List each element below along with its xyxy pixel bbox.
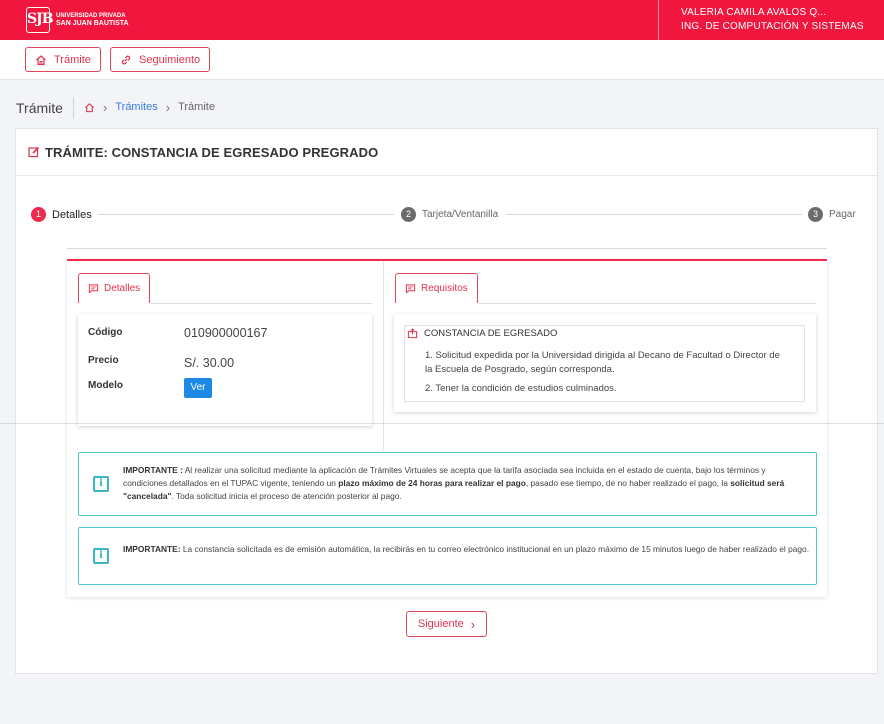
precio-label: Precio <box>88 355 119 366</box>
user-menu[interactable]: VALERIA CAMILA AVALOS Q... ING. DE COMPU… <box>658 0 884 40</box>
tab-detalles-label: Detalles <box>104 283 141 294</box>
requisito-item: 1. Solicitud expedida por la Universidad… <box>425 350 780 361</box>
step-tarjeta-ventanilla[interactable]: 2 Tarjeta/Ventanilla <box>401 207 498 222</box>
requisito-item: la Escuela de Posgrado, según correspond… <box>425 364 615 375</box>
logo-title: SAN JUAN BAUTISTA <box>56 19 129 27</box>
home-icon <box>36 54 46 65</box>
tab-requisitos-label: Requisitos <box>421 283 468 294</box>
siguiente-button[interactable]: Siguiente › <box>406 611 487 637</box>
chevron-right-icon: › <box>103 99 108 115</box>
notice-strong: IMPORTANTE: <box>123 544 181 554</box>
university-logo[interactable]: SJB UNIVERSIDAD PRIVADA SAN JUAN BAUTIST… <box>26 7 129 33</box>
seguimiento-nav-button[interactable]: Seguimiento <box>110 47 211 72</box>
tab-rule <box>479 303 816 304</box>
stepper-line <box>506 214 802 215</box>
step-label: Detalles <box>52 208 92 221</box>
chevron-right-icon: › <box>470 616 476 632</box>
breadcrumb-home-icon[interactable] <box>84 102 95 113</box>
notice-emission-text: IMPORTANTE: La constancia solicitada es … <box>123 543 811 556</box>
siguiente-label: Siguiente <box>417 618 464 630</box>
card-title: TRÁMITE: CONSTANCIA DE EGRESADO PREGRADO <box>45 144 379 160</box>
ver-modelo-button[interactable]: Ver <box>184 378 212 398</box>
notice-text: La constancia solicitada es de emisión a… <box>180 544 810 554</box>
top-header: SJB UNIVERSIDAD PRIVADA SAN JUAN BAUTIST… <box>0 0 884 40</box>
logo-subtitle: UNIVERSIDAD PRIVADA <box>56 12 126 19</box>
info-icon: i <box>93 548 109 564</box>
seguimiento-nav-label: Seguimiento <box>139 53 201 66</box>
logo-text: UNIVERSIDAD PRIVADA SAN JUAN BAUTISTA <box>56 13 129 28</box>
precio-value: S/. 30.00 <box>184 356 235 370</box>
requisitos-heading-text: CONSTANCIA DE EGRESADO <box>424 328 558 339</box>
link-icon <box>121 55 131 64</box>
codigo-value: 010900000167 <box>184 326 268 340</box>
requisito-item: 2. Tener la condición de estudios culmin… <box>425 383 617 394</box>
breadcrumb-current: Trámite <box>178 101 215 113</box>
step-pagar[interactable]: 3 Pagar <box>808 207 856 222</box>
user-name: VALERIA CAMILA AVALOS Q... <box>681 7 827 18</box>
step-label: Tarjeta/Ventanilla <box>422 209 499 220</box>
stepper-line <box>98 214 394 215</box>
requisitos-heading: CONSTANCIA DE EGRESADO <box>407 328 557 339</box>
message-icon <box>405 284 416 294</box>
notice-text: . Toda solicitud inicia el proceso de at… <box>171 491 402 501</box>
tab-detalles[interactable]: Detalles <box>78 273 151 303</box>
notice-text: , pasado ese tiempo, de no haber realiza… <box>525 478 731 488</box>
tab-requisitos[interactable]: Requisitos <box>395 273 478 303</box>
divider <box>0 423 884 424</box>
step-label: Pagar <box>829 209 856 220</box>
info-icon: i <box>93 476 109 492</box>
divider <box>67 248 827 249</box>
breadcrumb: › Trámites › Trámite <box>84 99 215 115</box>
notice-emission: i IMPORTANTE: La constancia solicitada e… <box>78 527 817 585</box>
step-number: 1 <box>31 207 46 222</box>
notice-payment: i IMPORTANTE : Al realizar una solicitud… <box>78 452 817 516</box>
edit-icon <box>28 146 40 158</box>
tramite-nav-button[interactable]: Trámite <box>25 47 101 72</box>
step-detalles[interactable]: 1 Detalles <box>31 207 92 222</box>
modelo-label: Modelo <box>88 380 123 391</box>
logo-mark: SJB <box>26 7 54 33</box>
breadcrumb-divider <box>73 97 74 119</box>
page-title: Trámite <box>16 100 63 116</box>
nav-bar: Trámite Seguimiento <box>0 40 884 80</box>
step-number: 3 <box>808 207 823 222</box>
document-icon <box>407 328 418 339</box>
chevron-right-icon: › <box>165 99 171 115</box>
card-header: TRÁMITE: CONSTANCIA DE EGRESADO PREGRADO <box>16 129 877 176</box>
user-program: ING. DE COMPUTACIÓN Y SISTEMAS <box>681 21 864 32</box>
notice-strong: plazo máximo de 24 horas para realizar e… <box>338 478 526 488</box>
message-icon <box>88 284 99 294</box>
tramite-nav-label: Trámite <box>54 53 91 66</box>
notice-strong: IMPORTANTE : <box>123 465 183 475</box>
notice-payment-text: IMPORTANTE : Al realizar una solicitud m… <box>123 464 811 503</box>
codigo-label: Código <box>88 327 123 338</box>
tab-rule <box>151 303 372 304</box>
breadcrumb-tramites-link[interactable]: Trámites <box>115 101 157 113</box>
step-number: 2 <box>401 207 416 222</box>
